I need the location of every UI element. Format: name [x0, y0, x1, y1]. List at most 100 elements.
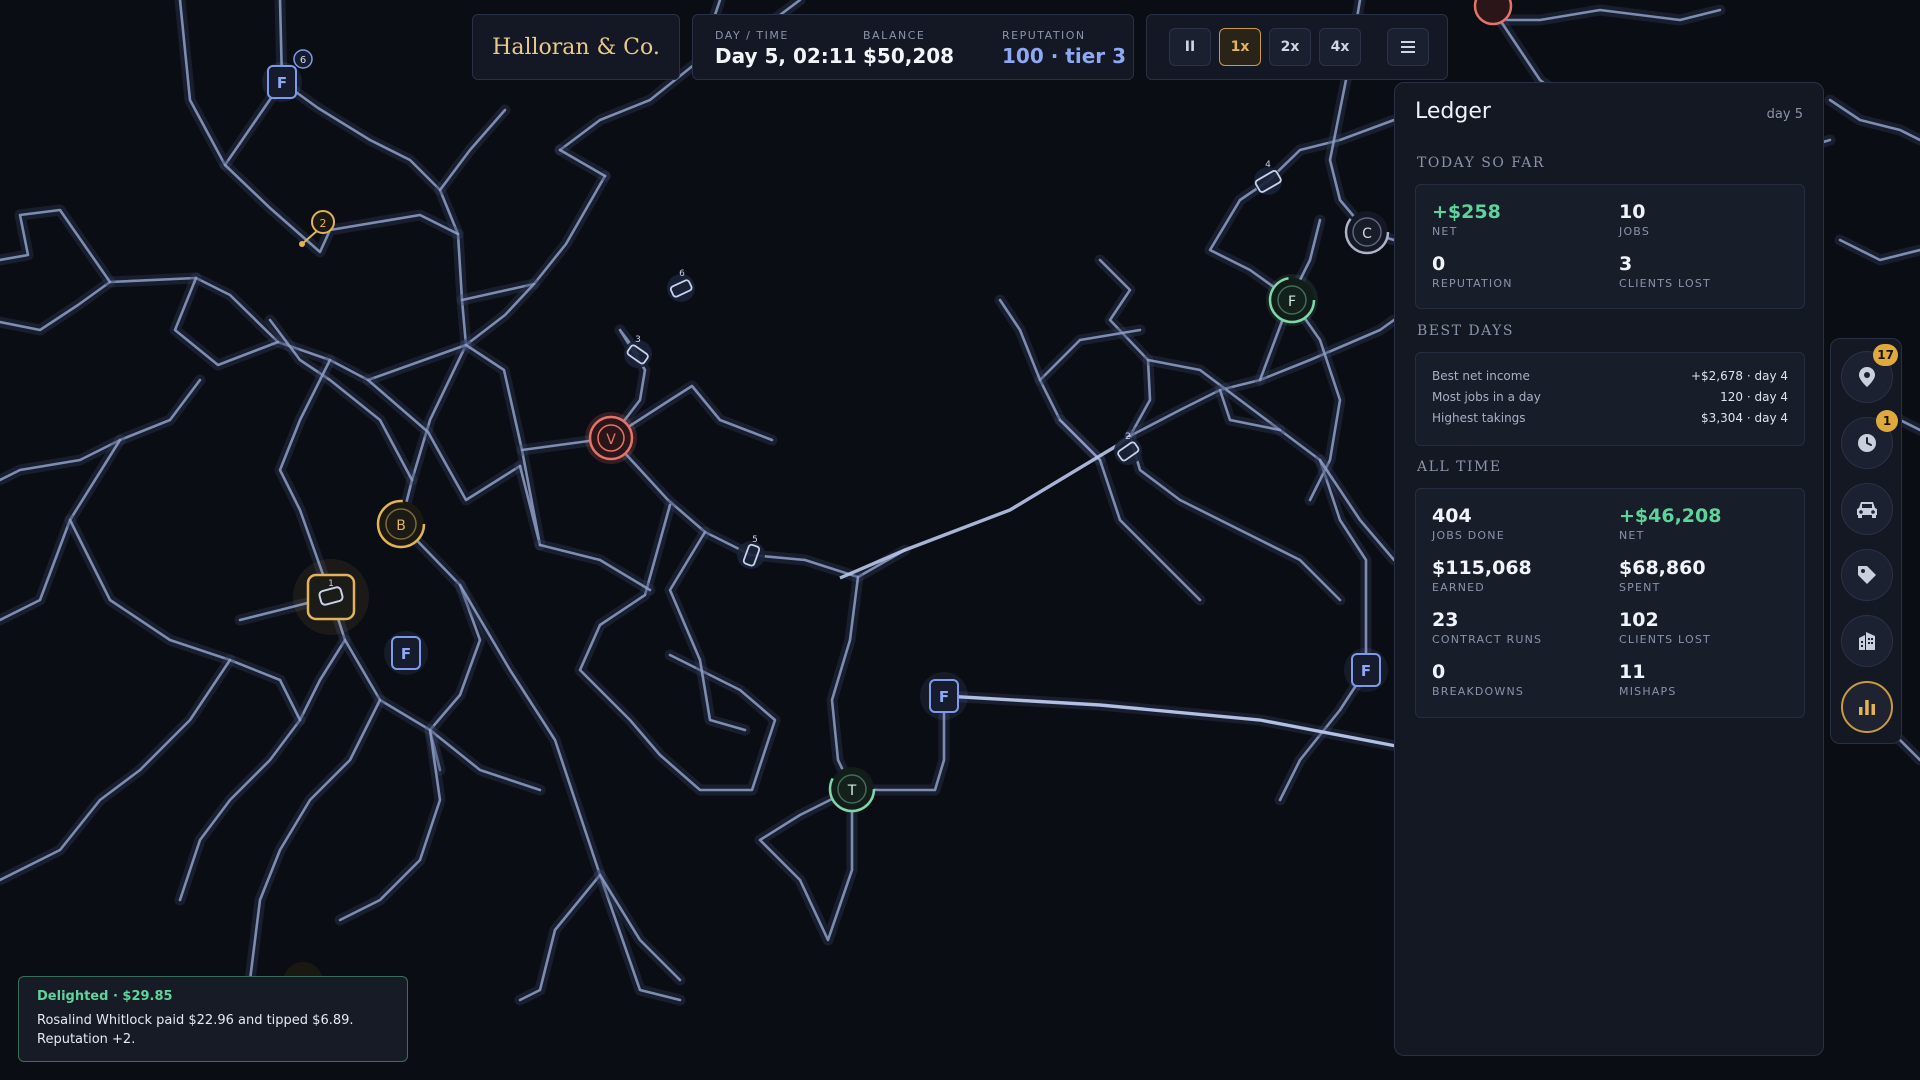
- alltime-stat: $115,068 EARNED: [1432, 557, 1532, 594]
- best-row-label: Best net income: [1432, 369, 1530, 383]
- balance-value: $50,208: [863, 44, 955, 68]
- alltime-label: CLIENTS LOST: [1619, 633, 1711, 646]
- today-net-value: +$258: [1432, 201, 1501, 223]
- best-days-card: Best net income +$2,678 · day 4 Most job…: [1415, 352, 1805, 446]
- vehicle-number: 5: [752, 535, 758, 545]
- depot-label: F: [1361, 662, 1371, 680]
- alltime-value: $115,068: [1432, 557, 1532, 579]
- today-reputation-label: REPUTATION: [1432, 277, 1513, 290]
- fleet-button[interactable]: [1841, 483, 1893, 535]
- selected-vehicle[interactable]: 1: [293, 559, 369, 635]
- road-glow: [174, 591, 351, 906]
- balance-label: BALANCE: [863, 29, 926, 42]
- alltime-value: +$46,208: [1619, 505, 1722, 527]
- today-clients-lost-label: CLIENTS LOST: [1619, 277, 1711, 290]
- vehicle-number: 1: [328, 579, 334, 589]
- venue-t-marker[interactable]: T: [828, 765, 876, 813]
- venue-f-label: F: [1288, 294, 1296, 310]
- vehicle-icon[interactable]: 5: [737, 535, 765, 569]
- venue-v-label: V: [606, 432, 616, 448]
- venue-b-marker[interactable]: B: [376, 499, 426, 549]
- speed-controls: II 1x 2x 4x: [1146, 14, 1448, 80]
- bar-chart-icon: [1859, 700, 1875, 715]
- road-glow: [244, 694, 386, 986]
- car-icon: [1857, 502, 1877, 518]
- venue-v-marker[interactable]: V: [585, 412, 637, 464]
- schedule-button[interactable]: 1: [1841, 410, 1898, 469]
- ledger-button[interactable]: [1841, 681, 1893, 733]
- alltime-label: EARNED: [1432, 581, 1485, 594]
- best-row: Most jobs in a day 120 · day 4: [1432, 390, 1788, 404]
- vehicle-icon[interactable]: 6: [667, 269, 695, 302]
- vehicle-number: 4: [1265, 160, 1271, 170]
- best-row: Highest takings $3,304 · day 4: [1432, 411, 1788, 425]
- daytime-value: Day 5, 02:11: [715, 44, 857, 68]
- vehicle-number: 3: [635, 335, 641, 345]
- today-reputation-value: 0: [1432, 253, 1446, 275]
- tag-icon: [1858, 566, 1876, 584]
- map-pin-icon: [1859, 367, 1875, 387]
- pause-button[interactable]: II: [1169, 28, 1211, 66]
- clock-icon: [1858, 434, 1876, 452]
- alltime-value: 0: [1432, 661, 1446, 683]
- alltime-stat: 0 BREAKDOWNS: [1432, 661, 1524, 698]
- alltime-label: MISHAPS: [1619, 685, 1677, 698]
- side-rail: 17 1: [1830, 338, 1902, 744]
- menu-button[interactable]: [1387, 28, 1429, 66]
- depot-marker[interactable]: F: [1344, 648, 1388, 692]
- today-card: +$258 NET 10 JOBS 0 REPUTATION 3 CLIENTS…: [1415, 184, 1805, 309]
- venue-c-marker[interactable]: C: [1344, 209, 1390, 255]
- alltime-stat: $68,860 SPENT: [1619, 557, 1706, 594]
- best-row-label: Highest takings: [1432, 411, 1526, 425]
- pricing-button[interactable]: [1841, 549, 1893, 601]
- company-name: Halloran & Co.: [492, 34, 660, 60]
- speed-2x-button[interactable]: 2x: [1269, 28, 1311, 66]
- vehicle-number: 6: [679, 269, 685, 279]
- today-jobs-label: JOBS: [1619, 225, 1651, 238]
- company-name-panel: Halloran & Co.: [472, 14, 680, 80]
- best-row-value: +$2,678 · day 4: [1690, 369, 1788, 383]
- toast-body: Rosalind Whitlock paid $22.96 and tipped…: [37, 1013, 354, 1047]
- reputation-label: REPUTATION: [1002, 29, 1086, 42]
- depot-label: F: [939, 688, 949, 706]
- venue-b-label: B: [396, 518, 406, 534]
- alltime-stat: 404 JOBS DONE: [1432, 505, 1505, 542]
- buildings-button[interactable]: [1841, 615, 1893, 667]
- venue-f-marker[interactable]: F: [1266, 274, 1318, 326]
- today-jobs-value: 10: [1619, 201, 1646, 223]
- road-glow: [0, 204, 116, 288]
- depot-marker[interactable]: F: [384, 631, 428, 675]
- today-clients-lost-value: 3: [1619, 253, 1633, 275]
- locations-button[interactable]: 17: [1841, 344, 1898, 403]
- alltime-value: 23: [1432, 609, 1459, 631]
- alltime-stat: 102 CLIENTS LOST: [1619, 609, 1711, 646]
- pickup-pin-label: 2: [320, 217, 327, 230]
- road-glow: [1124, 430, 1346, 606]
- today-stat: 10 JOBS: [1619, 201, 1650, 238]
- notification-toast[interactable]: Delighted · $29.85 Rosalind Whitlock pai…: [18, 976, 408, 1062]
- venue-t-label: T: [847, 783, 857, 799]
- reputation-stat: REPUTATION 100 · tier 3: [1002, 29, 1126, 68]
- best-row-value: $3,304 · day 4: [1701, 411, 1788, 425]
- road-segment: [178, 595, 347, 902]
- road-glow: [594, 869, 686, 986]
- today-stat: +$258 NET: [1432, 201, 1501, 238]
- speed-1x-button[interactable]: 1x: [1219, 28, 1261, 66]
- road-segment: [558, 148, 607, 178]
- building-icon: [1859, 632, 1875, 650]
- ledger-title: Ledger: [1415, 99, 1491, 124]
- alltime-value: 102: [1619, 609, 1659, 631]
- alltime-label: JOBS DONE: [1432, 529, 1505, 542]
- vehicle-number: 2: [1125, 432, 1131, 442]
- locations-badge: 17: [1873, 344, 1898, 366]
- venue-v-marker-top[interactable]: [1473, 0, 1513, 26]
- reputation-value: 100 · tier 3: [1002, 44, 1126, 68]
- toast-title: Delighted · $29.85: [37, 989, 173, 1004]
- alltime-value: 11: [1619, 661, 1646, 683]
- speed-4x-button[interactable]: 4x: [1319, 28, 1361, 66]
- depot-label: F: [277, 74, 287, 92]
- road-glow: [514, 869, 606, 1006]
- depot-marker[interactable]: F: [920, 672, 968, 720]
- daytime-label: DAY / TIME: [715, 29, 789, 42]
- alltime-stat: 11 MISHAPS: [1619, 661, 1677, 698]
